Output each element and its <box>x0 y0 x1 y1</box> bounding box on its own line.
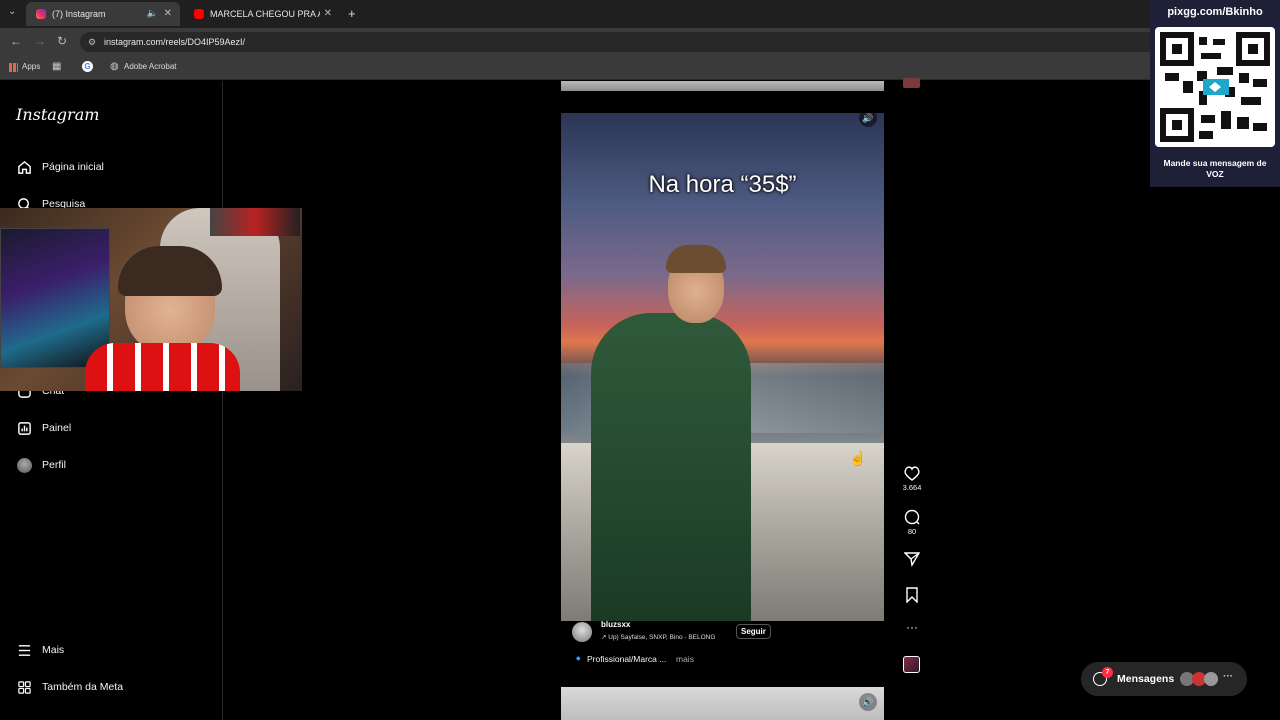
url-text: instagram.com/reels/DO4IP59AezI/ <box>104 37 246 47</box>
bookmark-icon <box>906 587 918 604</box>
tab-instagram[interactable]: (7) Instagram 🔈 ✕ <box>26 2 180 26</box>
google-icon[interactable]: G <box>82 61 93 72</box>
reel-description: Profissional/Marca ... <box>587 654 667 664</box>
sidebar-item-label: Perfil <box>42 459 66 471</box>
like-button[interactable]: 3.664 <box>900 466 924 492</box>
webcam-overlay <box>0 208 302 391</box>
sidebar-item-label: Também da Meta <box>42 681 124 693</box>
close-tab-icon[interactable]: ✕ <box>324 8 332 19</box>
send-icon <box>903 552 921 568</box>
reload-icon[interactable]: ↻ <box>57 34 67 48</box>
instagram-logo[interactable]: Instagram <box>16 105 99 124</box>
audio-track[interactable]: ↗ Up) Sayfalse, SNXP, Bino - BELONG <box>601 633 735 641</box>
comment-count: 80 <box>907 527 917 536</box>
follow-button[interactable]: Seguir <box>736 624 771 639</box>
bookmark-apps[interactable]: Apps <box>22 62 40 71</box>
sidebar-item-label: Mais <box>42 644 65 656</box>
home-icon <box>16 159 32 175</box>
instagram-favicon-icon <box>36 9 46 19</box>
messages-badge: 7 <box>1102 667 1113 678</box>
apps-grid-icon <box>9 63 18 72</box>
forward-icon[interactable]: → <box>34 34 46 48</box>
speaker-icon[interactable]: 🔈 <box>147 8 158 19</box>
bullet-icon: ◆ <box>576 656 581 662</box>
bookmark-adobe-acrobat[interactable]: Adobe Acrobat <box>124 62 176 71</box>
comment-icon <box>904 509 920 525</box>
volume-icon[interactable]: 🔊 <box>859 113 877 127</box>
save-button[interactable] <box>900 587 924 605</box>
next-reel-preview[interactable]: 🔊 <box>561 687 884 720</box>
person-hair-image <box>666 245 726 273</box>
globe-icon: ◍ <box>110 61 119 72</box>
meta-icon <box>16 679 32 695</box>
tab-youtube[interactable]: MARCELA CHEGOU PRA AGILIZ ✕ <box>184 2 340 26</box>
qr-code <box>1155 27 1275 147</box>
back-icon[interactable]: ← <box>10 34 22 48</box>
car-model-shelf-image <box>210 208 300 236</box>
previous-reel-audio-thumb[interactable] <box>903 78 920 88</box>
sidebar-item-dashboard[interactable]: Painel <box>16 420 71 436</box>
reel-video[interactable]: Na hora “35$” 🔊 ☝ <box>561 113 884 621</box>
tab-title: MARCELA CHEGOU PRA AGILIZ <box>210 9 320 19</box>
more-options-icon[interactable]: ··· <box>900 620 924 634</box>
browser-toolbar: ← → ↻ ⚙ instagram.com/reels/DO4IP59AezI/ <box>0 28 1280 56</box>
dashboard-icon <box>16 420 32 436</box>
tab-list-chevron-icon[interactable]: ⌄ <box>8 6 16 17</box>
messages-button[interactable]: 7 Mensagens ··· <box>1081 662 1247 696</box>
mouse-cursor-icon: ☝ <box>849 450 867 466</box>
url-field[interactable]: ⚙ instagram.com/reels/DO4IP59AezI/ <box>80 32 1160 52</box>
site-info-icon[interactable]: ⚙ <box>88 32 96 52</box>
person-tracksuit-image <box>591 313 751 621</box>
youtube-favicon-icon <box>194 9 204 19</box>
more-contacts-icon: ··· <box>1223 671 1233 682</box>
bookmarks-bar: Apps ▦ G ◍ Adobe Acrobat <box>0 56 1280 80</box>
like-count: 3.664 <box>902 483 922 492</box>
sidebar-item-profile[interactable]: Perfil <box>16 457 66 473</box>
sidebar-item-more[interactable]: Mais <box>16 642 64 658</box>
pc-case-image <box>0 228 110 368</box>
close-tab-icon[interactable]: ✕ <box>164 8 172 19</box>
sidebar-item-label: Página inicial <box>42 161 104 173</box>
sidebar-item-home[interactable]: Página inicial <box>16 159 104 175</box>
contact-avatar <box>1204 672 1218 686</box>
instagram-sidebar: Instagram Página inicial Pesquisa Chat P… <box>0 81 223 720</box>
comment-button[interactable]: 80 <box>900 509 924 536</box>
sidebar-item-also-from-meta[interactable]: Também da Meta <box>16 679 123 695</box>
reel-caption-overlay: Na hora “35$” <box>648 171 797 198</box>
new-tab-icon[interactable]: + <box>348 6 356 21</box>
sidebar-item-label: Painel <box>42 422 72 434</box>
author-avatar[interactable] <box>572 622 592 642</box>
audio-thumbnail[interactable] <box>903 656 920 673</box>
previous-reel-preview[interactable] <box>561 81 884 91</box>
tab-title: (7) Instagram <box>52 9 106 19</box>
pix-message: Mande sua mensagem de VOZ <box>1163 158 1267 179</box>
pix-donation-overlay: pixgg.com/Bkinho Mande sua mensagem de V… <box>1150 0 1280 187</box>
menu-icon <box>16 642 32 658</box>
volume-icon[interactable]: 🔊 <box>859 693 877 711</box>
browser-tab-bar: ⌄ (7) Instagram 🔈 ✕ MARCELA CHEGOU PRA A… <box>0 0 1280 28</box>
profile-avatar <box>16 457 32 473</box>
heart-icon <box>904 466 920 481</box>
tab-groups-icon[interactable]: ▦ <box>52 61 61 72</box>
messages-label: Mensagens <box>1117 673 1175 685</box>
pix-url: pixgg.com/Bkinho <box>1167 6 1263 18</box>
share-button[interactable] <box>900 551 924 569</box>
streamer-shirt-image <box>85 343 240 391</box>
author-username[interactable]: bluzsxx <box>601 620 630 629</box>
more-link[interactable]: mais <box>676 654 694 664</box>
